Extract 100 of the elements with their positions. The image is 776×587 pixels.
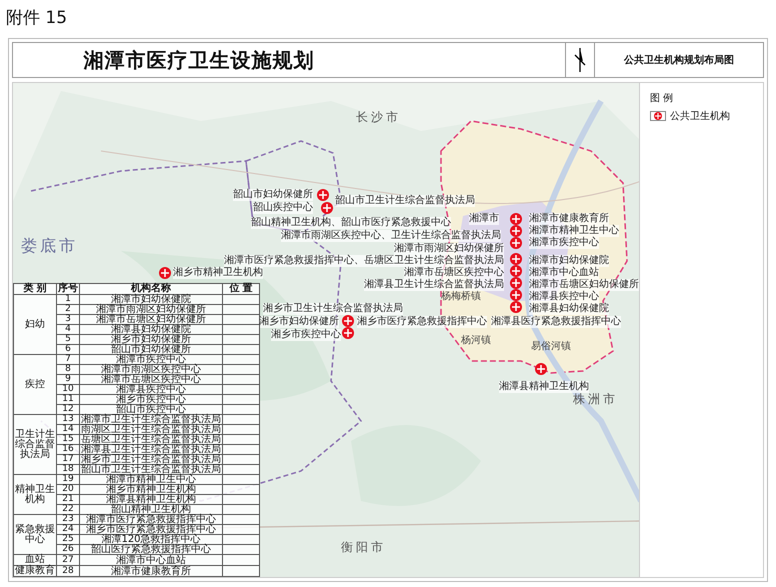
table-cell: 18 xyxy=(56,464,80,474)
map-label: 衡阳市 xyxy=(341,541,386,553)
map-label: 湘乡市精神卫生机构 xyxy=(173,267,263,279)
table-cell: 湘潭市雨湖区妇幼保健所 xyxy=(80,304,222,314)
map-label: 湘乡市疾控中心 xyxy=(271,329,341,341)
table-cell: 岳塘区卫生计生综合监督执法局 xyxy=(80,434,222,444)
map-label: 湘潭县精神卫生机构 xyxy=(499,381,589,393)
map-label: 湘潭市妇幼保健院 xyxy=(529,255,609,267)
marker-icon xyxy=(535,363,547,375)
table-cell: 11 xyxy=(56,394,80,404)
table-cell: 6 xyxy=(56,344,80,354)
map-label: 湘潭市健康教育所 xyxy=(529,213,609,225)
table-cell: 14 xyxy=(56,424,80,434)
map-label: 湘潭市岳塘区疾控中心 xyxy=(404,267,504,279)
table-cell: 韶山精神卫生机构 xyxy=(80,504,222,514)
table-cell: 17 xyxy=(56,454,80,464)
marker-icon xyxy=(510,253,522,265)
table-cell: 健康教育 xyxy=(14,566,56,576)
table-cell: 湘潭市岳塘区妇幼保健所 xyxy=(80,314,222,324)
table-cell: 23 xyxy=(56,514,80,524)
table-cell: 湘潭市卫生计生综合监督执法局 xyxy=(80,414,222,424)
table-cell: 1 xyxy=(56,294,80,304)
map-label: 湘潭县卫生计生综合监督执法局 xyxy=(364,279,504,291)
table-cell: 湘潭市妇幼保健院 xyxy=(80,294,222,304)
map-label: 韶山精神卫生机构、韶山市医疗紧急救援中心 xyxy=(251,217,451,229)
marker-icon xyxy=(510,237,522,249)
table-header: 位 置 xyxy=(222,284,260,294)
table-cell: 韶山医疗紧急救援指挥中心 xyxy=(80,544,222,554)
map-label: 杨梅桥镇 xyxy=(441,291,481,303)
map-label: 湘乡市医疗紧急救援指挥中心 xyxy=(357,316,487,328)
map-label: 韶山市卫生计生综合监督执法局 xyxy=(335,195,475,207)
table-cell: 湘乡市医疗紧急救援指挥中心 xyxy=(80,524,222,534)
marker-icon xyxy=(342,327,354,339)
table-cell: 25 xyxy=(56,534,80,544)
marker-icon xyxy=(342,315,354,327)
table-header: 机构名称 xyxy=(80,284,222,294)
map-label: 湘乡市卫生计生综合监督执法局 xyxy=(263,303,403,315)
table-cell: 湘潭县妇幼保健院 xyxy=(80,324,222,334)
map-subtitle: 公共卫生机构规划布局图 xyxy=(594,43,763,77)
table-cell: 精神卫生机构 xyxy=(14,474,56,514)
map-label: 湘潭市精神卫生中心 xyxy=(529,225,619,237)
map-label: 湘潭市雨湖区妇幼保健所 xyxy=(394,243,504,255)
table-cell: 13 xyxy=(56,414,80,424)
map-label: 湘潭市疾控中心 xyxy=(529,237,599,249)
marker-icon xyxy=(650,111,666,121)
table-cell: 28 xyxy=(56,566,80,576)
table-cell: 21 xyxy=(56,494,80,504)
map-title: 湘潭市医疗卫生设施规划 xyxy=(82,46,316,74)
table-header: 类 别 xyxy=(14,284,56,294)
table-cell: 27 xyxy=(56,554,80,566)
marker-icon xyxy=(510,265,522,277)
marker-icon xyxy=(317,189,329,201)
marker-icon xyxy=(510,213,522,225)
table-cell: 10 xyxy=(56,384,80,394)
table-cell: 湘潭市医疗紧急救援指挥中心 xyxy=(80,514,222,524)
map-label: 湘潭县医疗紧急救援指挥中心 xyxy=(491,316,621,328)
table-cell: 12 xyxy=(56,404,80,414)
table-cell: 韶山市妇幼保健所 xyxy=(80,344,222,354)
table-cell: 紧急救援中心 xyxy=(14,514,56,554)
table-cell: 16 xyxy=(56,444,80,454)
table-cell: 湘乡市卫生计生综合监督执法局 xyxy=(80,454,222,464)
table-cell: 5 xyxy=(56,334,80,344)
map-label: 易俗河镇 xyxy=(531,341,571,353)
table-cell: 湘潭市中心血站 xyxy=(80,554,222,566)
table-cell: 雨湖区卫生计生综合监督执法局 xyxy=(80,424,222,434)
table-cell: 22 xyxy=(56,504,80,514)
map-label: 湘潭市 xyxy=(469,213,499,225)
table-cell: 湘潭县卫生计生综合监督执法局 xyxy=(80,444,222,454)
table-cell: 卫生计生综合监督执法局 xyxy=(14,414,56,474)
map-label: 韶山市妇幼保健所 xyxy=(233,189,313,201)
table-cell: 8 xyxy=(56,364,80,374)
attachment-label: 附件 15 xyxy=(5,7,68,30)
table-cell: 3 xyxy=(56,314,80,324)
table-cell: 湘潭市疾控中心 xyxy=(80,354,222,364)
table-cell: 湘潭市岳塘区疾控中心 xyxy=(80,374,222,384)
table-cell: 湘乡市精神卫生机构 xyxy=(80,484,222,494)
table-cell: 妇幼 xyxy=(14,294,56,354)
legend-title: 图 例 xyxy=(650,92,674,105)
table-cell: 4 xyxy=(56,324,80,334)
map-label: 湘潭县疾控中心 xyxy=(529,291,599,303)
marker-icon xyxy=(510,289,522,301)
table-cell: 19 xyxy=(56,474,80,484)
map-label: 娄底市 xyxy=(21,237,78,255)
table-cell: 韶山市卫生计生综合监督执法局 xyxy=(80,464,222,474)
map-label: 株洲市 xyxy=(573,393,618,405)
map-label: 湘潭市岳塘区妇幼保健所 xyxy=(529,279,639,291)
marker-icon xyxy=(321,202,333,214)
table-cell: 湘潭县疾控中心 xyxy=(80,384,222,394)
map-label: 杨河镇 xyxy=(461,335,491,347)
table-cell: 26 xyxy=(56,544,80,554)
map-label: 长沙市 xyxy=(356,111,401,123)
table-cell: 9 xyxy=(56,374,80,384)
marker-icon xyxy=(159,267,171,279)
marker-icon xyxy=(510,301,522,313)
table-cell: 疾控 xyxy=(14,354,56,414)
table-cell: 湘潭市精神卫生中心 xyxy=(80,474,222,484)
table-cell: 湘潭县精神卫生机构 xyxy=(80,494,222,504)
table-cell: 湘潭市健康教育所 xyxy=(80,566,222,576)
map-label: 湘潭县妇幼保健院 xyxy=(529,303,609,315)
table-cell: 7 xyxy=(56,354,80,364)
